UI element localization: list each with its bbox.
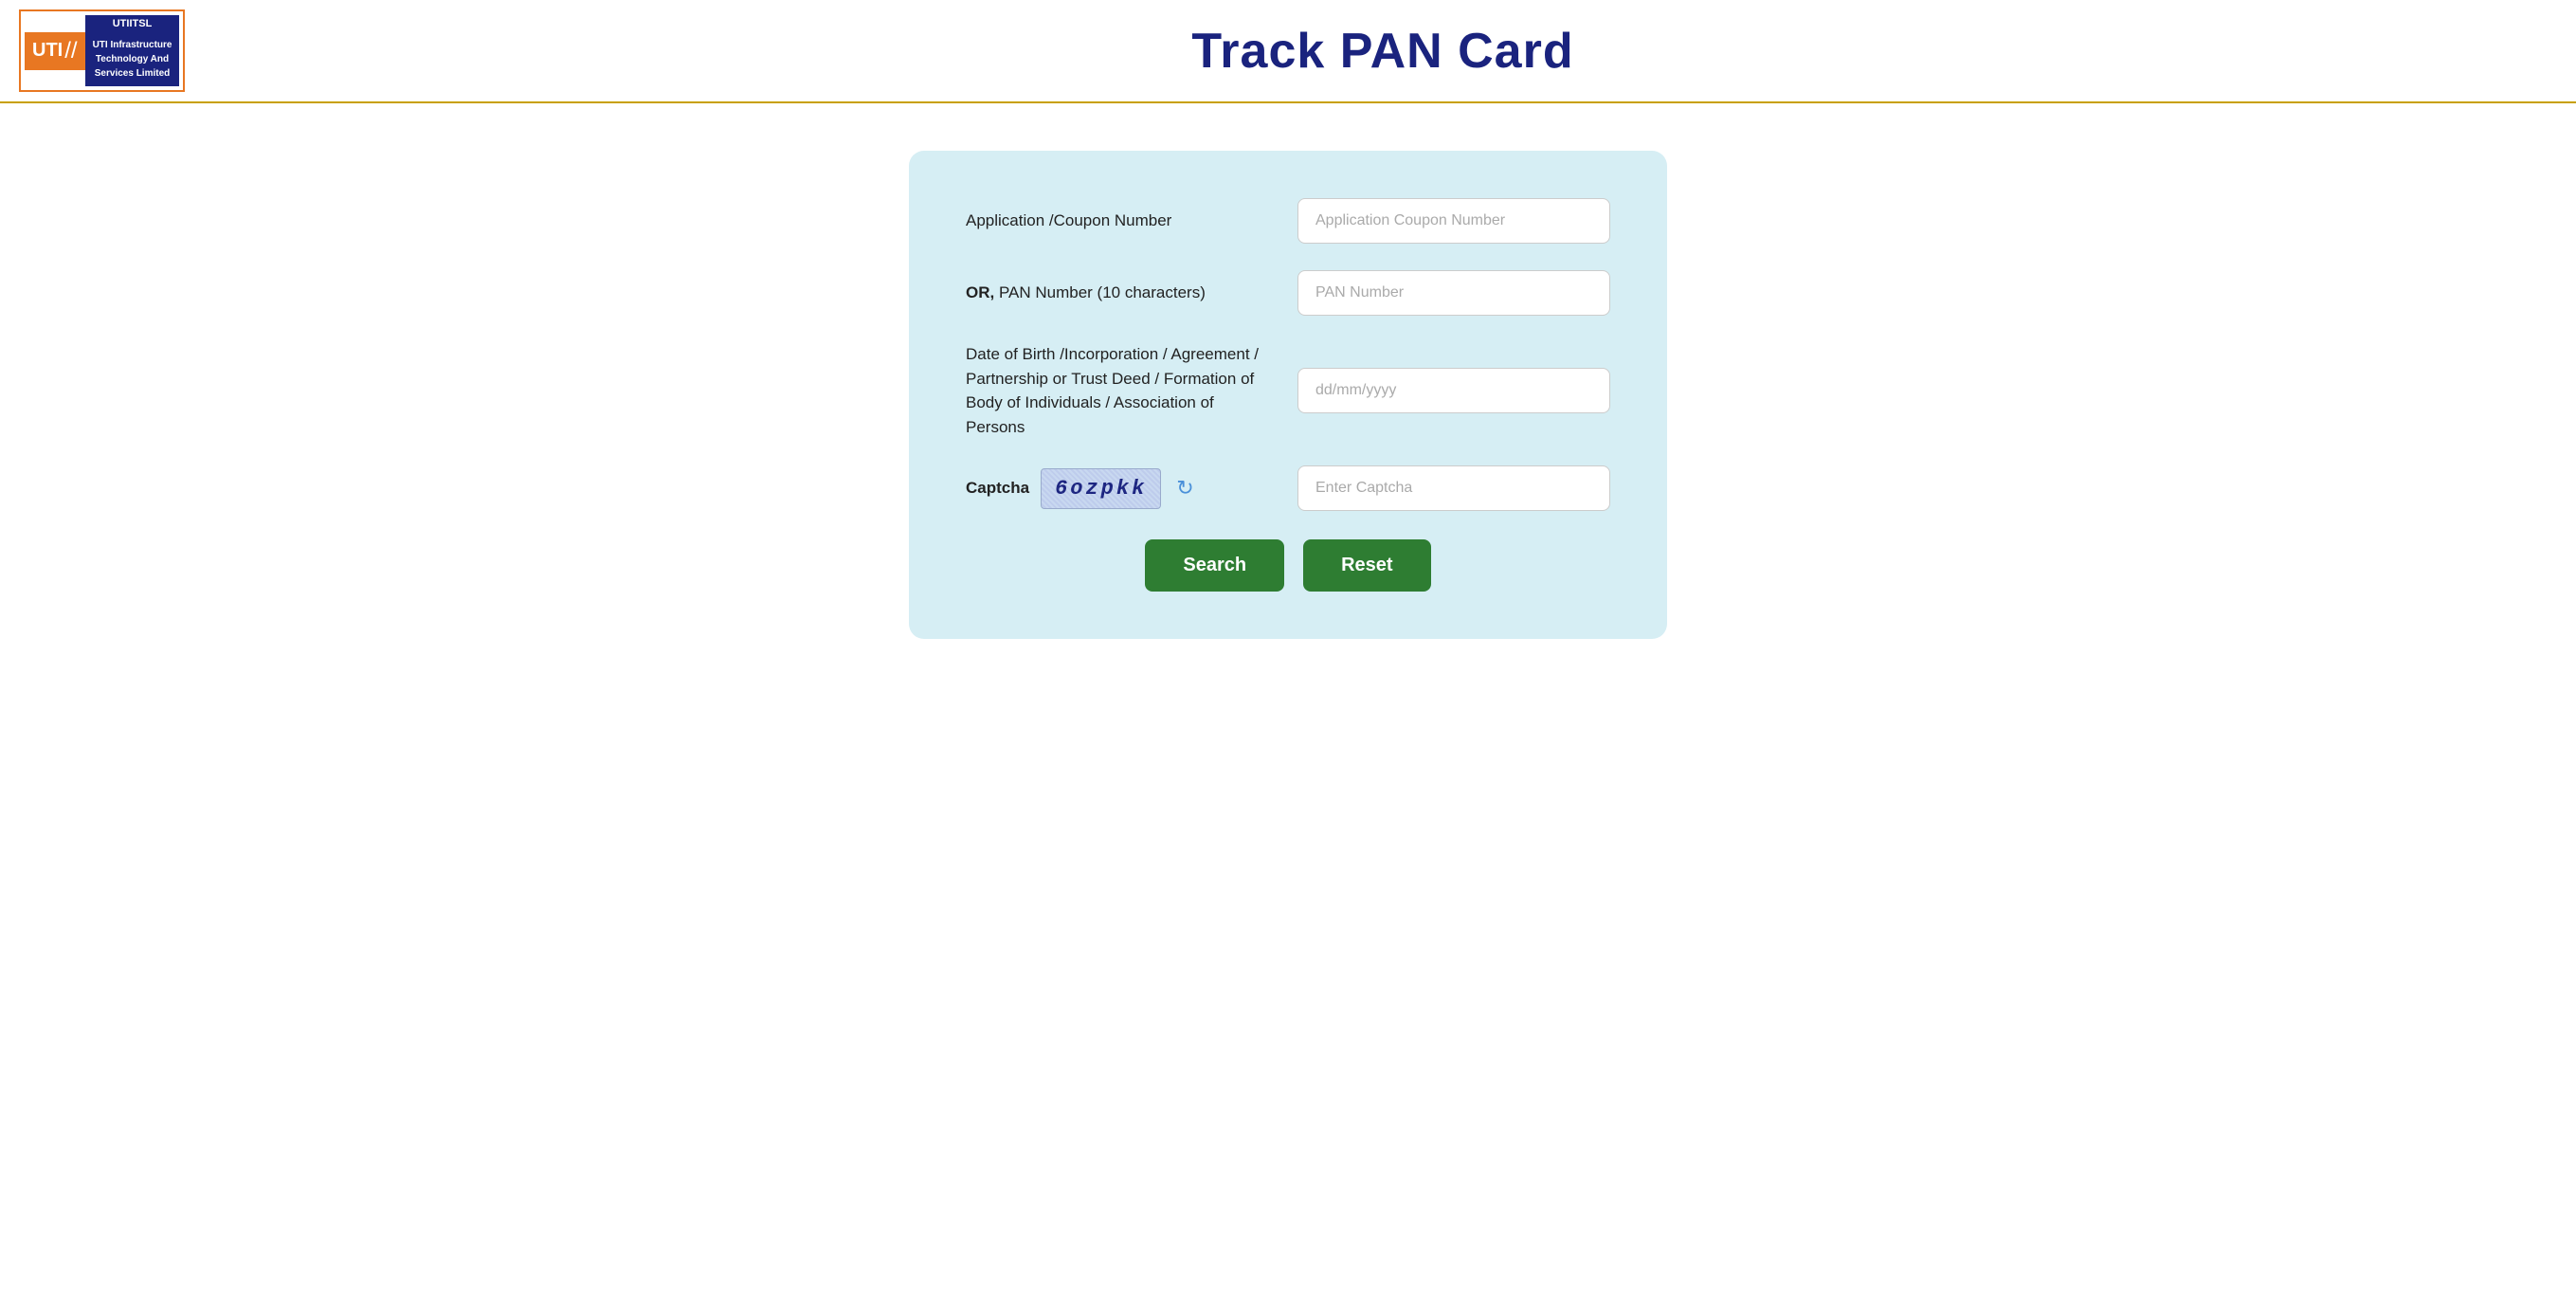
search-button[interactable]: Search [1145, 539, 1284, 592]
application-coupon-input[interactable] [1297, 198, 1610, 244]
logo-full-text: UTIITSL UTI Infrastructure Technology An… [85, 15, 180, 86]
application-coupon-label: Application /Coupon Number [966, 209, 1269, 233]
application-coupon-row: Application /Coupon Number [966, 198, 1610, 244]
page-header: uti // UTIITSL UTI Infrastructure Techno… [0, 0, 2576, 103]
logo-container: uti // UTIITSL UTI Infrastructure Techno… [19, 9, 209, 92]
or-text: OR, [966, 283, 994, 301]
dob-row: Date of Birth /Incorporation / Agreement… [966, 342, 1610, 439]
captcha-label: Captcha [966, 479, 1029, 498]
captcha-label-group: Captcha 6ozpkk ↻ [966, 468, 1269, 509]
main-content: Application /Coupon Number OR, PAN Numbe… [0, 103, 2576, 686]
form-card: Application /Coupon Number OR, PAN Numbe… [909, 151, 1667, 639]
dob-label: Date of Birth /Incorporation / Agreement… [966, 342, 1269, 439]
company-name-line1: UTI Infrastructure [93, 38, 172, 52]
pan-number-row: OR, PAN Number (10 characters) [966, 270, 1610, 316]
company-name-line2: Technology And [93, 52, 172, 66]
uti-text: uti [32, 40, 63, 62]
utiitsl-label: UTIITSL [85, 15, 180, 32]
captcha-row: Captcha 6ozpkk ↻ [966, 465, 1610, 511]
pan-label-suffix: PAN Number (10 characters) [994, 283, 1206, 301]
logo-uti: uti // [25, 32, 85, 70]
company-name-line3: Services Limited [93, 66, 172, 81]
company-name: UTI Infrastructure Technology And Servic… [85, 32, 180, 86]
pan-number-label: OR, PAN Number (10 characters) [966, 281, 1269, 305]
logo-slash-icon: // [64, 38, 77, 64]
button-row: Search Reset [966, 539, 1610, 592]
page-title: Track PAN Card [209, 23, 2557, 80]
captcha-image: 6ozpkk [1041, 468, 1161, 509]
logo-box: uti // UTIITSL UTI Infrastructure Techno… [19, 9, 185, 92]
captcha-refresh-button[interactable]: ↻ [1172, 472, 1197, 504]
reset-button[interactable]: Reset [1303, 539, 1430, 592]
page-title-area: Track PAN Card [209, 23, 2557, 80]
captcha-input[interactable] [1297, 465, 1610, 511]
pan-number-input[interactable] [1297, 270, 1610, 316]
dob-input[interactable] [1297, 368, 1610, 413]
